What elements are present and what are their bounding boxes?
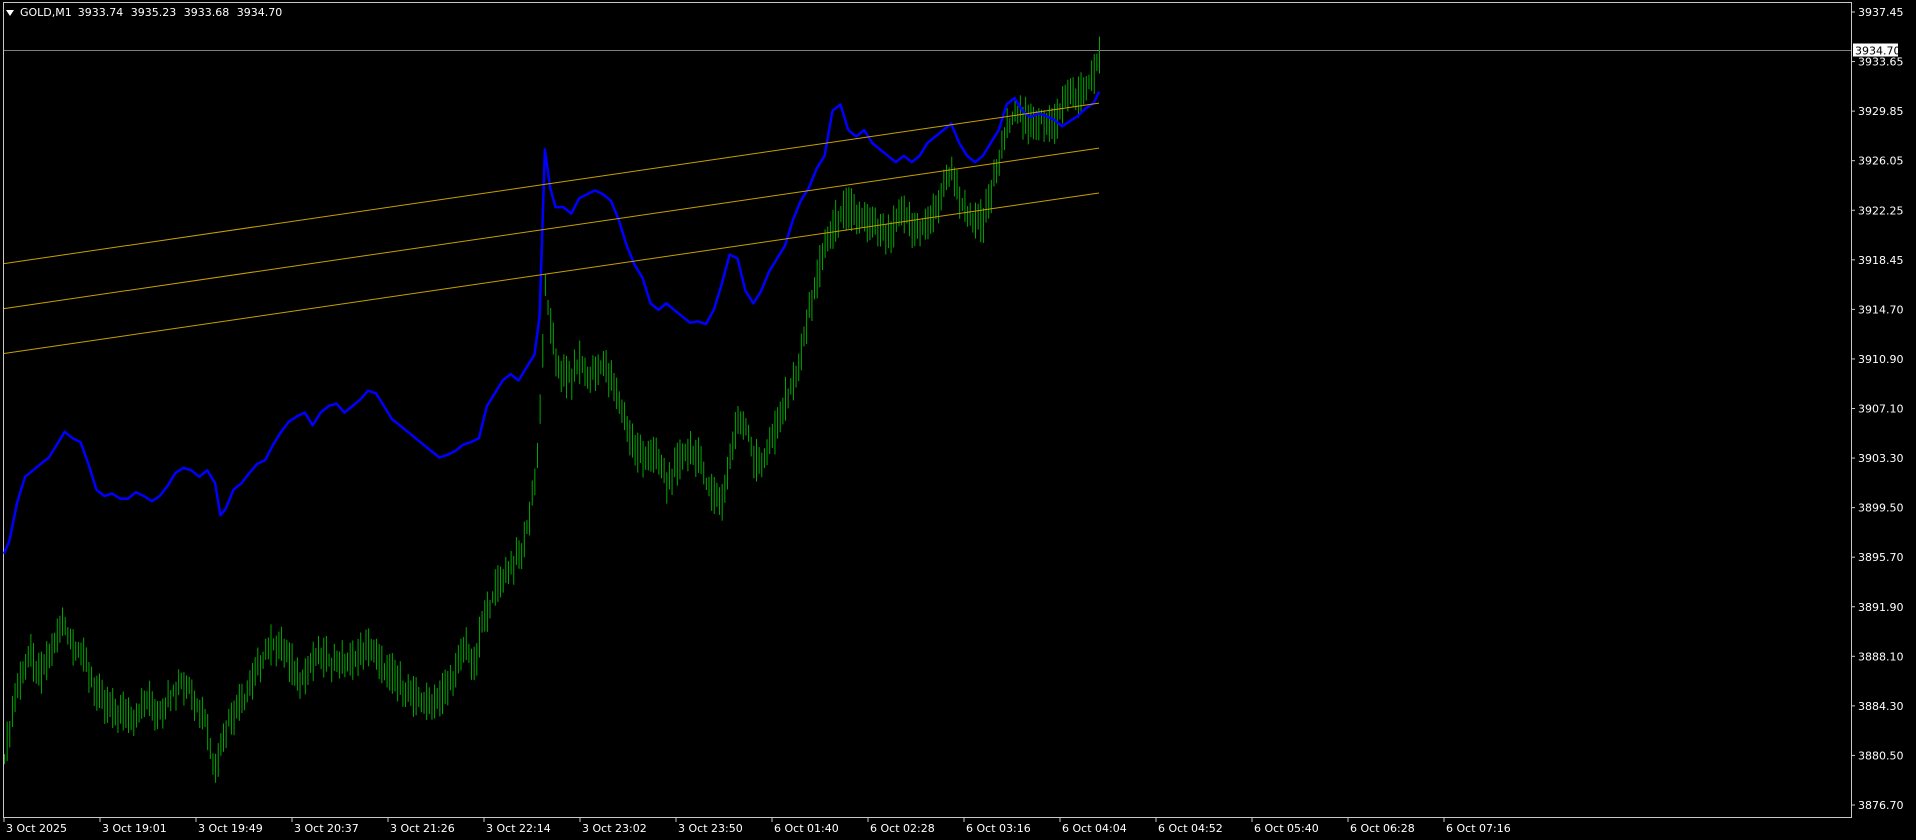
price-bars-series <box>4 36 1101 783</box>
y-tick-label: 3914.70 <box>1858 303 1904 316</box>
time-axis: 3 Oct 2025 3 Oct 19:01 3 Oct 19:49 3 Oct 20… <box>3 817 1511 835</box>
x-tick-label: 6 Oct 04:04 <box>1062 822 1127 835</box>
y-tick-label: 3876.70 <box>1858 799 1904 812</box>
chart-menu-arrow-icon[interactable] <box>6 10 14 16</box>
series-layer <box>2 36 1101 783</box>
symbol-label: GOLD,M1 <box>20 6 72 19</box>
x-tick-label: 3 Oct 2025 <box>6 822 67 835</box>
y-tick-label: 3903.30 <box>1858 452 1904 465</box>
y-tick-label: 3884.30 <box>1858 700 1904 713</box>
x-tick-label: 3 Oct 21:26 <box>390 822 455 835</box>
moving-average-line <box>2 91 1101 555</box>
y-tick-label: 3891.90 <box>1858 601 1904 614</box>
y-tick-label: 3907.10 <box>1858 403 1904 416</box>
y-tick-label: 3929.85 <box>1858 105 1904 118</box>
plot-frame <box>3 2 1852 818</box>
y-tick-label: 3937.45 <box>1858 6 1904 19</box>
x-tick-label: 6 Oct 06:28 <box>1350 822 1415 835</box>
x-tick-label: 3 Oct 23:02 <box>582 822 647 835</box>
high-value: 3935.23 <box>130 6 177 19</box>
price-axis: 3937.453933.653929.853926.053922.253918.… <box>1851 6 1904 812</box>
symbol-header: GOLD,M1 3933.74 3935.23 3933.68 3934.70 <box>6 5 286 21</box>
y-tick-label: 3910.90 <box>1858 353 1904 366</box>
y-tick-label: 3922.25 <box>1858 204 1904 217</box>
y-tick-label: 3899.50 <box>1858 502 1904 515</box>
channel-line-4 <box>3 192 1100 354</box>
x-tick-label: 3 Oct 19:01 <box>102 822 167 835</box>
y-tick-label: 3918.45 <box>1858 254 1904 267</box>
channel-line-2 <box>3 102 1100 265</box>
x-tick-label: 6 Oct 01:40 <box>774 822 839 835</box>
x-tick-label: 6 Oct 05:40 <box>1254 822 1319 835</box>
price-chart[interactable]: 3937.453933.653929.853926.053922.253918.… <box>0 0 1916 840</box>
low-value: 3933.68 <box>183 6 230 19</box>
x-tick-label: 3 Oct 23:50 <box>678 822 743 835</box>
x-tick-label: 6 Oct 07:16 <box>1446 822 1511 835</box>
y-tick-label: 3880.50 <box>1858 749 1904 762</box>
ohlc-values: 3933.74 3935.23 3933.68 3934.70 <box>78 5 287 21</box>
y-tick-label: 3895.70 <box>1858 551 1904 564</box>
close-value: 3934.70 <box>236 6 283 19</box>
chart-window[interactable]: 3937.45 3933.65 3929.85 3926.05 3922.25 3918.… <box>0 0 1916 840</box>
y-tick-label: 3926.05 <box>1858 155 1904 168</box>
open-value: 3933.74 <box>77 6 124 19</box>
x-tick-label: 3 Oct 20:37 <box>294 822 359 835</box>
y-tick-label: 3888.10 <box>1858 650 1904 663</box>
current-price-label: 3934.70 <box>1855 45 1901 58</box>
current-price-tag: 3934.70 <box>1853 43 1901 58</box>
x-tick-label: 6 Oct 03:16 <box>966 822 1031 835</box>
x-tick-label: 3 Oct 22:14 <box>486 822 551 835</box>
x-tick-label: 6 Oct 04:52 <box>1158 822 1223 835</box>
x-tick-label: 6 Oct 02:28 <box>870 822 935 835</box>
channel-line-3 <box>3 147 1100 310</box>
x-tick-label: 3 Oct 19:49 <box>198 822 263 835</box>
